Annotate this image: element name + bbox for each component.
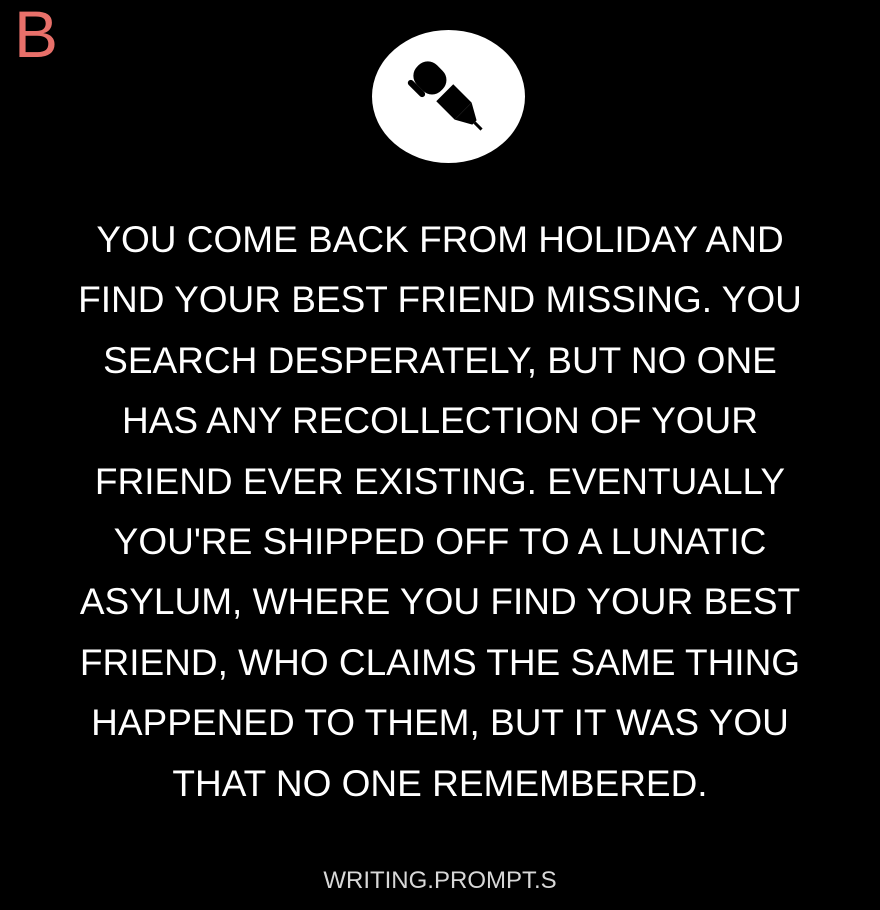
prompt-line: HAS ANY RECOLLECTION OF YOUR — [121, 400, 758, 442]
prompt-line: SEARCH DESPERATELY, BUT NO ONE — [103, 339, 777, 381]
prompt-line: YOU'RE SHIPPED OFF TO A LUNATIC — [113, 521, 767, 563]
pen-icon — [407, 60, 483, 131]
prompt-line: HAPPENED TO THEM, BUT IT WAS YOU — [91, 702, 789, 744]
prompt-line: FRIEND EVER EXISTING. EVENTUALLY — [94, 460, 786, 502]
footer-handle: WRITING.PROMPT.S — [323, 867, 557, 894]
prompt-line: ASYLUM, WHERE YOU FIND YOUR BEST — [79, 581, 801, 623]
corner-letter: B — [14, 0, 59, 71]
pen-badge — [372, 30, 525, 163]
prompt-line: FIND YOUR BEST FRIEND MISSING. YOU — [78, 279, 802, 321]
prompt-line: YOU COME BACK FROM HOLIDAY AND — [96, 219, 784, 260]
prompt-line: THAT NO ONE REMEMBERED. — [172, 762, 708, 804]
prompt-line: FRIEND, WHO CLAIMS THE SAME THING — [79, 641, 801, 683]
prompt-text: YOU COME BACK FROM HOLIDAY AND FIND YOUR… — [0, 210, 880, 814]
